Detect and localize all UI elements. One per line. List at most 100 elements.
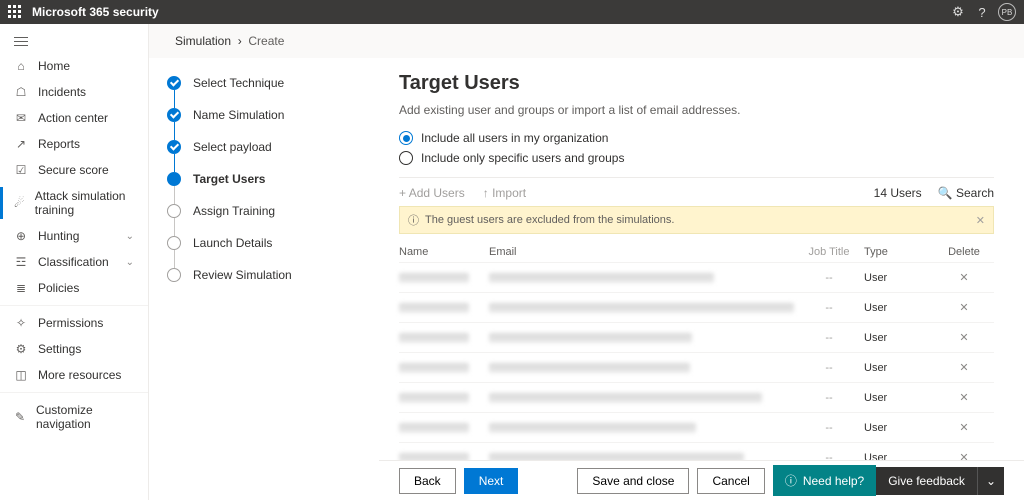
step-dot-icon (167, 76, 181, 90)
sidebar-item-more-resources[interactable]: ◫More resources (0, 362, 148, 388)
info-bar: ⓘ The guest users are excluded from the … (399, 206, 994, 234)
radio-label: Include only specific users and groups (421, 151, 624, 165)
table-row: --User✕ (399, 382, 994, 412)
sidebar-item-settings[interactable]: ⚙ Settings (0, 336, 148, 362)
sidebar-item-secure-score[interactable]: ☑Secure score (0, 157, 148, 183)
cell-email (489, 423, 794, 433)
sidebar-item-label: Secure score (38, 163, 109, 177)
chevron-down-icon: ⌄ (126, 257, 134, 268)
save-and-close-button[interactable]: Save and close (577, 468, 689, 494)
sidebar-item-reports[interactable]: ↗Reports (0, 131, 148, 157)
sidebar-item-label: Settings (38, 342, 81, 356)
cell-name (399, 273, 489, 283)
sidebar-item-label: Attack simulation training (35, 189, 134, 217)
cell-job: -- (794, 332, 864, 344)
step-review-simulation[interactable]: Review Simulation (167, 268, 369, 282)
home-icon: ⌂ (14, 59, 28, 73)
step-target-users[interactable]: Target Users (167, 172, 369, 186)
cell-name (399, 423, 489, 433)
step-select-technique[interactable]: Select Technique (167, 76, 369, 90)
hunting-icon: ⊕ (14, 229, 28, 243)
col-delete: Delete (934, 246, 994, 258)
step-assign-training[interactable]: Assign Training (167, 204, 369, 218)
step-select-payload[interactable]: Select payload (167, 140, 369, 154)
delete-row-button[interactable]: ✕ (934, 361, 994, 374)
sidebar-item-customize-navigation[interactable]: ✎ Customize navigation (0, 392, 148, 437)
need-help-button[interactable]: ⓘNeed help? (773, 465, 876, 496)
attack-icon: ☄ (14, 196, 25, 210)
step-label: Select Technique (193, 76, 284, 90)
delete-row-button[interactable]: ✕ (934, 421, 994, 434)
sidebar-item-classification[interactable]: ☲Classification⌄ (0, 249, 148, 275)
cell-name (399, 363, 489, 373)
settings-icon: ⚙ (14, 342, 28, 356)
cell-job: -- (794, 272, 864, 284)
radio-icon (399, 151, 413, 165)
back-button[interactable]: Back (399, 468, 456, 494)
delete-row-button[interactable]: ✕ (934, 271, 994, 284)
edit-icon: ✎ (14, 410, 26, 424)
sidebar-item-label: Customize navigation (36, 403, 134, 431)
cell-job: -- (794, 362, 864, 374)
delete-row-button[interactable]: ✕ (934, 301, 994, 314)
sidebar-item-incidents[interactable]: ☖Incidents (0, 79, 148, 105)
sidebar-item-policies[interactable]: ≣Policies (0, 275, 148, 301)
step-dot-icon (167, 108, 181, 122)
radio-label: Include all users in my organization (421, 131, 608, 145)
table-row: --User✕ (399, 262, 994, 292)
import-button: ↑ Import (483, 186, 526, 200)
search-button[interactable]: 🔍 Search (938, 186, 994, 200)
next-button[interactable]: Next (464, 468, 519, 494)
settings-gear-icon[interactable]: ⚙ (946, 4, 970, 20)
sidebar-item-permissions[interactable]: ✧Permissions (0, 305, 148, 336)
cell-job: -- (794, 392, 864, 404)
step-label: Launch Details (193, 236, 272, 250)
sidebar-item-action-center[interactable]: ✉Action center (0, 105, 148, 131)
cell-email (489, 333, 794, 343)
permissions-icon: ✧ (14, 316, 28, 330)
cancel-button[interactable]: Cancel (697, 468, 764, 494)
cell-job: -- (794, 302, 864, 314)
cell-email (489, 303, 794, 313)
cell-type: User (864, 392, 934, 404)
chevron-down-icon: ⌄ (126, 231, 134, 242)
sidebar-item-hunting[interactable]: ⊕Hunting⌄ (0, 223, 148, 249)
step-label: Name Simulation (193, 108, 284, 122)
cell-email (489, 363, 794, 373)
give-feedback-button[interactable]: Give feedback (876, 467, 977, 495)
breadcrumb: Simulation › Create (149, 24, 1024, 58)
cell-job: -- (794, 422, 864, 434)
resources-icon: ◫ (14, 368, 28, 382)
cell-type: User (864, 362, 934, 374)
page-subtitle: Add existing user and groups or import a… (399, 103, 994, 117)
avatar[interactable]: PB (998, 3, 1016, 21)
cell-type: User (864, 272, 934, 284)
sidebar-item-label: Reports (38, 137, 80, 151)
sidebar-item-label: Home (38, 59, 70, 73)
step-launch-details[interactable]: Launch Details (167, 236, 369, 250)
sidebar-item-label: Action center (38, 111, 108, 125)
sidebar: ⌂ Home ☖Incidents ✉Action center ↗Reports… (0, 24, 149, 500)
sidebar-item-attack-simulation[interactable]: ☄ Attack simulation training (0, 183, 148, 223)
delete-row-button[interactable]: ✕ (934, 391, 994, 404)
info-text: The guest users are excluded from the si… (425, 214, 674, 226)
user-count: 14 Users (874, 186, 922, 200)
step-label: Select payload (193, 140, 272, 154)
cell-name (399, 393, 489, 403)
cell-email (489, 273, 794, 283)
breadcrumb-root[interactable]: Simulation (175, 34, 231, 48)
step-dot-icon (167, 140, 181, 154)
step-name-simulation[interactable]: Name Simulation (167, 108, 369, 122)
feedback-chevron-icon[interactable]: ⌄ (977, 467, 1004, 495)
close-icon[interactable]: ✕ (976, 214, 985, 227)
hamburger-icon[interactable] (0, 30, 148, 53)
app-launcher-icon[interactable] (8, 5, 22, 19)
radio-include-specific[interactable]: Include only specific users and groups (399, 151, 994, 165)
help-icon[interactable]: ? (970, 5, 994, 20)
delete-row-button[interactable]: ✕ (934, 331, 994, 344)
sidebar-item-home[interactable]: ⌂ Home (0, 53, 148, 79)
policies-icon: ≣ (14, 281, 28, 295)
step-dot-icon (167, 236, 181, 250)
shield-icon: ☖ (14, 85, 28, 99)
radio-include-all[interactable]: Include all users in my organization (399, 131, 994, 145)
